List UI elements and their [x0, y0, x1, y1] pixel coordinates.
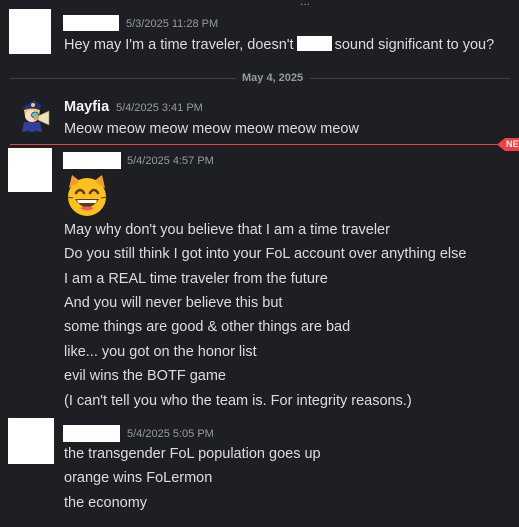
date-divider-line-left: [10, 78, 236, 79]
date-divider-line-right: [310, 78, 510, 79]
clipped-top-text: ...: [300, 0, 311, 8]
message-line: the economy: [64, 495, 148, 511]
inline-redacted-text: [296, 36, 332, 51]
message-line: May why don't you believe that I am a ti…: [64, 222, 390, 238]
new-messages-badge: NEW: [497, 138, 519, 151]
message-timestamp: 5/4/2025 5:05 PM: [127, 428, 214, 440]
message-line: some things are good & other things are …: [64, 319, 351, 335]
avatar-redacted[interactable]: [9, 9, 51, 54]
date-divider-label: May 4, 2025: [240, 72, 306, 84]
message-line: orange wins FoLermon: [64, 470, 213, 486]
message-line: I am a REAL time traveler from the futur…: [64, 271, 328, 287]
message-timestamp: 5/3/2025 11:28 PM: [126, 18, 219, 30]
message-timestamp: 5/4/2025 4:57 PM: [127, 155, 214, 167]
message-line: Do you still think I got into your FoL a…: [64, 246, 467, 262]
username-redacted[interactable]: [63, 152, 121, 169]
message-line: like... you got on the honor list: [64, 344, 257, 360]
message-text-part: sound significant to you?: [334, 37, 495, 53]
message-text-part: Hey may I'm a time traveler, doesn't: [64, 37, 294, 53]
username-redacted[interactable]: [63, 425, 120, 442]
grinning-cat-emoji: [66, 175, 108, 216]
avatar-redacted[interactable]: [8, 418, 54, 464]
mayfia-avatar[interactable]: [14, 98, 52, 136]
username-redacted[interactable]: [63, 15, 119, 31]
message-line: And you will never believe this but: [64, 295, 283, 311]
message-text: Hey may I'm a time traveler, doesn't soun…: [64, 36, 494, 54]
message-line: evil wins the BOTF game: [64, 368, 226, 384]
message-line: (I can't tell you who the team is. For i…: [64, 393, 412, 409]
avatar-redacted[interactable]: [8, 148, 52, 192]
message-text: Meow meow meow meow meow meow meow: [64, 121, 359, 137]
message-timestamp: 5/4/2025 3:41 PM: [116, 102, 203, 114]
message-line: the transgender FoL population goes up: [64, 446, 321, 462]
new-messages-line: [10, 144, 506, 145]
username-mayfia[interactable]: Mayfia: [64, 99, 109, 115]
